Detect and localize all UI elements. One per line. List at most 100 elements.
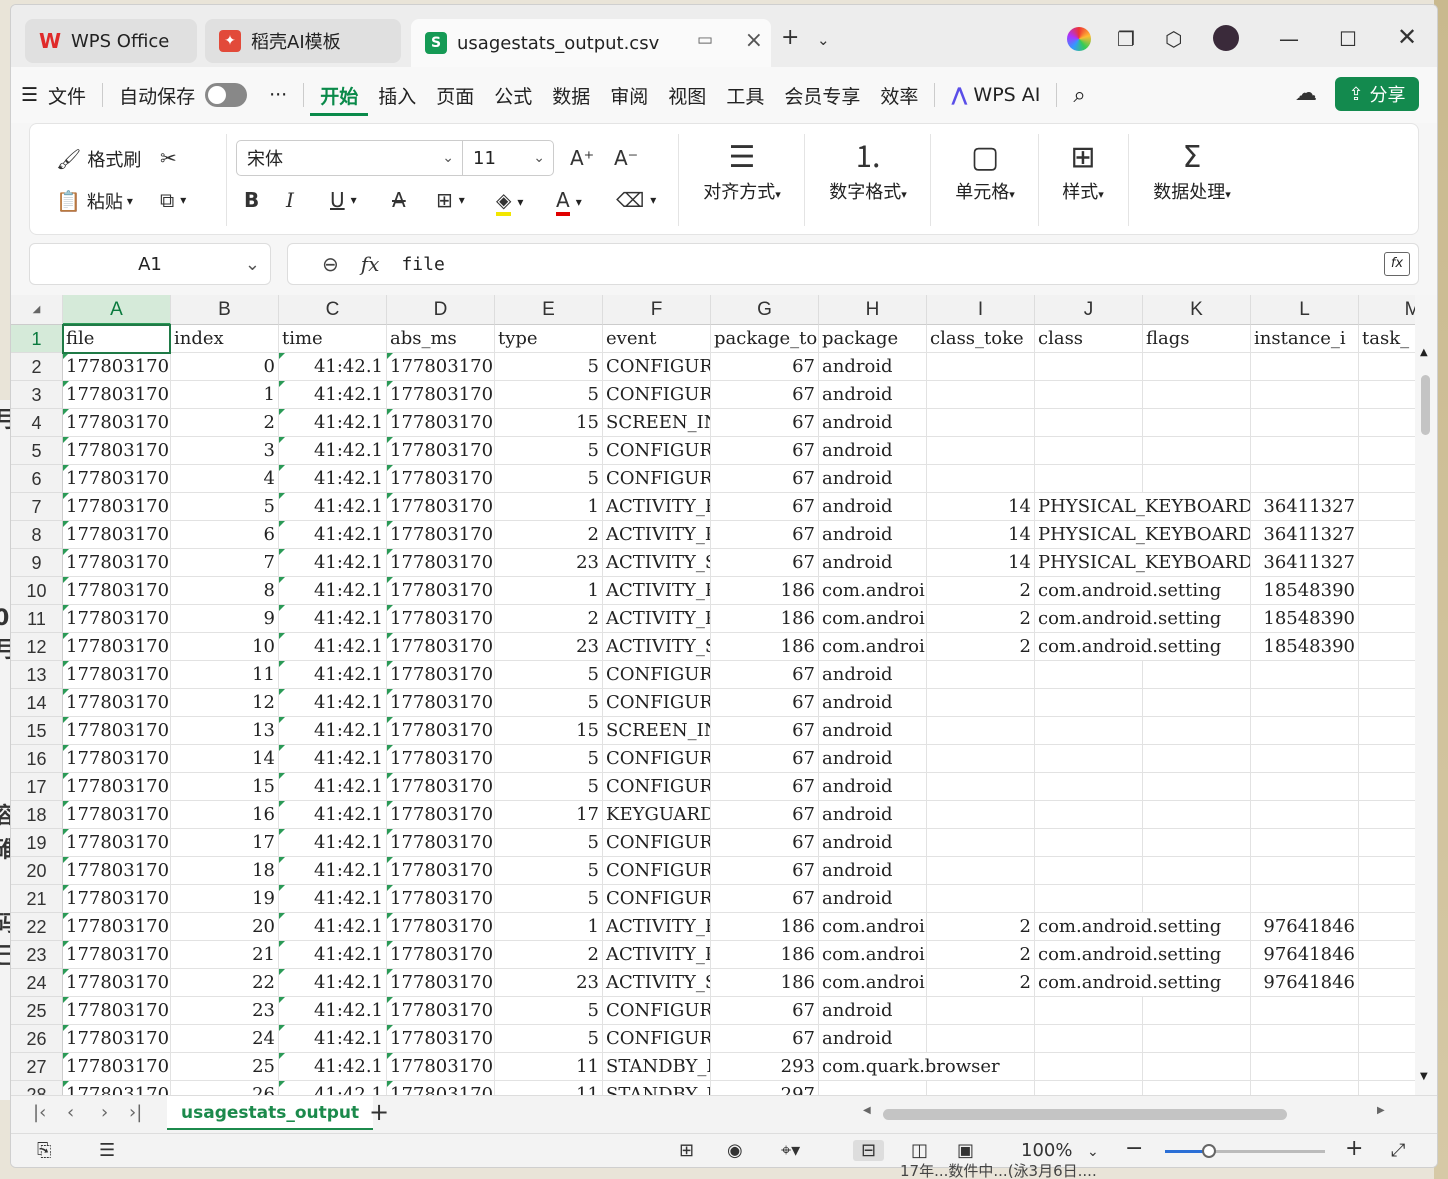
cell-type[interactable]: 5 bbox=[495, 465, 603, 493]
header-cell-time[interactable]: time bbox=[279, 325, 387, 353]
column-header-E[interactable]: E bbox=[495, 295, 603, 325]
cell-type[interactable]: 5 bbox=[495, 689, 603, 717]
cell-flags[interactable] bbox=[1143, 773, 1251, 801]
cell-package-token[interactable]: 67 bbox=[711, 1025, 819, 1053]
cell-task[interactable] bbox=[1359, 437, 1415, 465]
cell-event[interactable]: ACTIVITY_P bbox=[603, 941, 711, 969]
cell-flags[interactable] bbox=[1143, 409, 1251, 437]
header-cell-package[interactable]: package bbox=[819, 325, 927, 353]
cell-type[interactable]: 11 bbox=[495, 1053, 603, 1081]
column-header-G[interactable]: G bbox=[711, 295, 819, 325]
header-cell-abs-ms[interactable]: abs_ms bbox=[387, 325, 495, 353]
cell-file[interactable]: 177803170 bbox=[63, 885, 171, 913]
cell-event[interactable]: CONFIGURAT bbox=[603, 381, 711, 409]
scroll-right-icon[interactable]: ▶ bbox=[1377, 1105, 1385, 1116]
row-header[interactable]: 9 bbox=[11, 549, 63, 577]
zoom-out-icon[interactable]: − bbox=[1125, 1136, 1143, 1161]
header-cell-file[interactable]: file bbox=[63, 325, 171, 353]
underline-icon[interactable]: U ▾ bbox=[330, 188, 357, 212]
cell-type[interactable]: 2 bbox=[495, 605, 603, 633]
cell-event[interactable]: CONFIGURAT bbox=[603, 437, 711, 465]
cell-index[interactable]: 26 bbox=[171, 1081, 279, 1095]
cell-class[interactable] bbox=[1035, 857, 1143, 885]
cell-file[interactable]: 177803170 bbox=[63, 577, 171, 605]
cell-package[interactable]: android bbox=[819, 745, 927, 773]
page-break-view-icon[interactable]: ◫ bbox=[911, 1140, 928, 1161]
cell-event[interactable]: ACTIVITY_R bbox=[603, 493, 711, 521]
cell-class[interactable]: com.android.setting bbox=[1035, 969, 1251, 997]
row-header[interactable]: 17 bbox=[11, 773, 63, 801]
cell-class[interactable]: com.android.setting bbox=[1035, 605, 1251, 633]
column-header-L[interactable]: L bbox=[1251, 295, 1359, 325]
cell-package[interactable]: com.quark.browser bbox=[819, 1053, 1035, 1081]
cell-package-token[interactable]: 67 bbox=[711, 465, 819, 493]
cell-class-token[interactable] bbox=[927, 717, 1035, 745]
cell-class-token[interactable]: 2 bbox=[927, 969, 1035, 997]
chevron-down-icon[interactable]: ⌄ bbox=[817, 31, 830, 49]
cell-time[interactable]: 41:42.1 bbox=[279, 913, 387, 941]
cell-class-token[interactable] bbox=[927, 465, 1035, 493]
cell-package-token[interactable]: 297 bbox=[711, 1081, 819, 1095]
cell-package[interactable]: android bbox=[819, 381, 927, 409]
cell-package[interactable]: com.androi bbox=[819, 577, 927, 605]
cell-file[interactable]: 177803170 bbox=[63, 717, 171, 745]
cell-time[interactable]: 41:42.1 bbox=[279, 605, 387, 633]
cell-file[interactable]: 177803170 bbox=[63, 521, 171, 549]
align-button[interactable]: ☰ 对齐方式▾ bbox=[694, 138, 790, 204]
cell-class[interactable] bbox=[1035, 1025, 1143, 1053]
cell-class-token[interactable]: 14 bbox=[927, 493, 1035, 521]
style-button[interactable]: ⊞ 样式▾ bbox=[1052, 138, 1114, 204]
cell-index[interactable]: 18 bbox=[171, 857, 279, 885]
cell-instance-id[interactable] bbox=[1251, 381, 1359, 409]
cell-class[interactable]: PHYSICAL_KEYBOARD bbox=[1035, 549, 1251, 577]
cell-time[interactable]: 41:42.1 bbox=[279, 773, 387, 801]
cell-package-token[interactable]: 67 bbox=[711, 745, 819, 773]
cell-event[interactable]: ACTIVITY_P bbox=[603, 521, 711, 549]
cell-package-token[interactable]: 293 bbox=[711, 1053, 819, 1081]
cell-time[interactable]: 41:42.1 bbox=[279, 885, 387, 913]
cell-type[interactable]: 5 bbox=[495, 773, 603, 801]
cell-class[interactable] bbox=[1035, 1053, 1143, 1081]
scrollbar-thumb[interactable] bbox=[1421, 375, 1430, 435]
cube-icon[interactable]: ⬡ bbox=[1165, 27, 1182, 51]
cell-task[interactable] bbox=[1359, 549, 1415, 577]
cell-instance-id[interactable] bbox=[1251, 1081, 1359, 1095]
cell-class-token[interactable] bbox=[927, 437, 1035, 465]
row-header[interactable]: 12 bbox=[11, 633, 63, 661]
monitor-icon[interactable]: ▭ bbox=[697, 30, 713, 50]
cell-package[interactable]: com.androi bbox=[819, 605, 927, 633]
cell-class-token[interactable] bbox=[927, 857, 1035, 885]
cell-package[interactable]: android bbox=[819, 829, 927, 857]
cell-class[interactable]: com.android.setting bbox=[1035, 577, 1251, 605]
cell-time[interactable]: 41:42.1 bbox=[279, 437, 387, 465]
cell-abs-ms[interactable]: 177803170 bbox=[387, 773, 495, 801]
cell-abs-ms[interactable]: 177803170 bbox=[387, 437, 495, 465]
cell-class-token[interactable] bbox=[927, 409, 1035, 437]
row-header[interactable]: 24 bbox=[11, 969, 63, 997]
cell-task[interactable] bbox=[1359, 913, 1415, 941]
header-cell-index[interactable]: index bbox=[171, 325, 279, 353]
menu-tab-7[interactable]: 工具 bbox=[716, 82, 774, 109]
cell-task[interactable] bbox=[1359, 941, 1415, 969]
italic-icon[interactable]: I bbox=[286, 188, 300, 212]
cell-type[interactable]: 23 bbox=[495, 969, 603, 997]
cell-instance-id[interactable] bbox=[1251, 1053, 1359, 1081]
cell-type[interactable]: 17 bbox=[495, 801, 603, 829]
next-sheet-icon[interactable]: › bbox=[101, 1102, 108, 1123]
cell-abs-ms[interactable]: 177803170 bbox=[387, 493, 495, 521]
cell-class-token[interactable]: 2 bbox=[927, 605, 1035, 633]
cell-package[interactable]: android bbox=[819, 493, 927, 521]
cell-package-token[interactable]: 67 bbox=[711, 773, 819, 801]
font-size-select[interactable]: 11 ⌄ bbox=[463, 141, 553, 175]
header-cell-flags[interactable]: flags bbox=[1143, 325, 1251, 353]
cell-index[interactable]: 20 bbox=[171, 913, 279, 941]
cell-type[interactable]: 15 bbox=[495, 409, 603, 437]
cell-abs-ms[interactable]: 177803170 bbox=[387, 969, 495, 997]
cell-file[interactable]: 177803170 bbox=[63, 549, 171, 577]
cell-abs-ms[interactable]: 177803170 bbox=[387, 409, 495, 437]
cell-time[interactable]: 41:42.1 bbox=[279, 493, 387, 521]
cell-instance-id[interactable]: 97641846 bbox=[1251, 969, 1359, 997]
cell-time[interactable]: 41:42.1 bbox=[279, 717, 387, 745]
cell-flags[interactable] bbox=[1143, 857, 1251, 885]
data-processing-button[interactable]: Σ 数据处理▾ bbox=[1144, 138, 1240, 204]
